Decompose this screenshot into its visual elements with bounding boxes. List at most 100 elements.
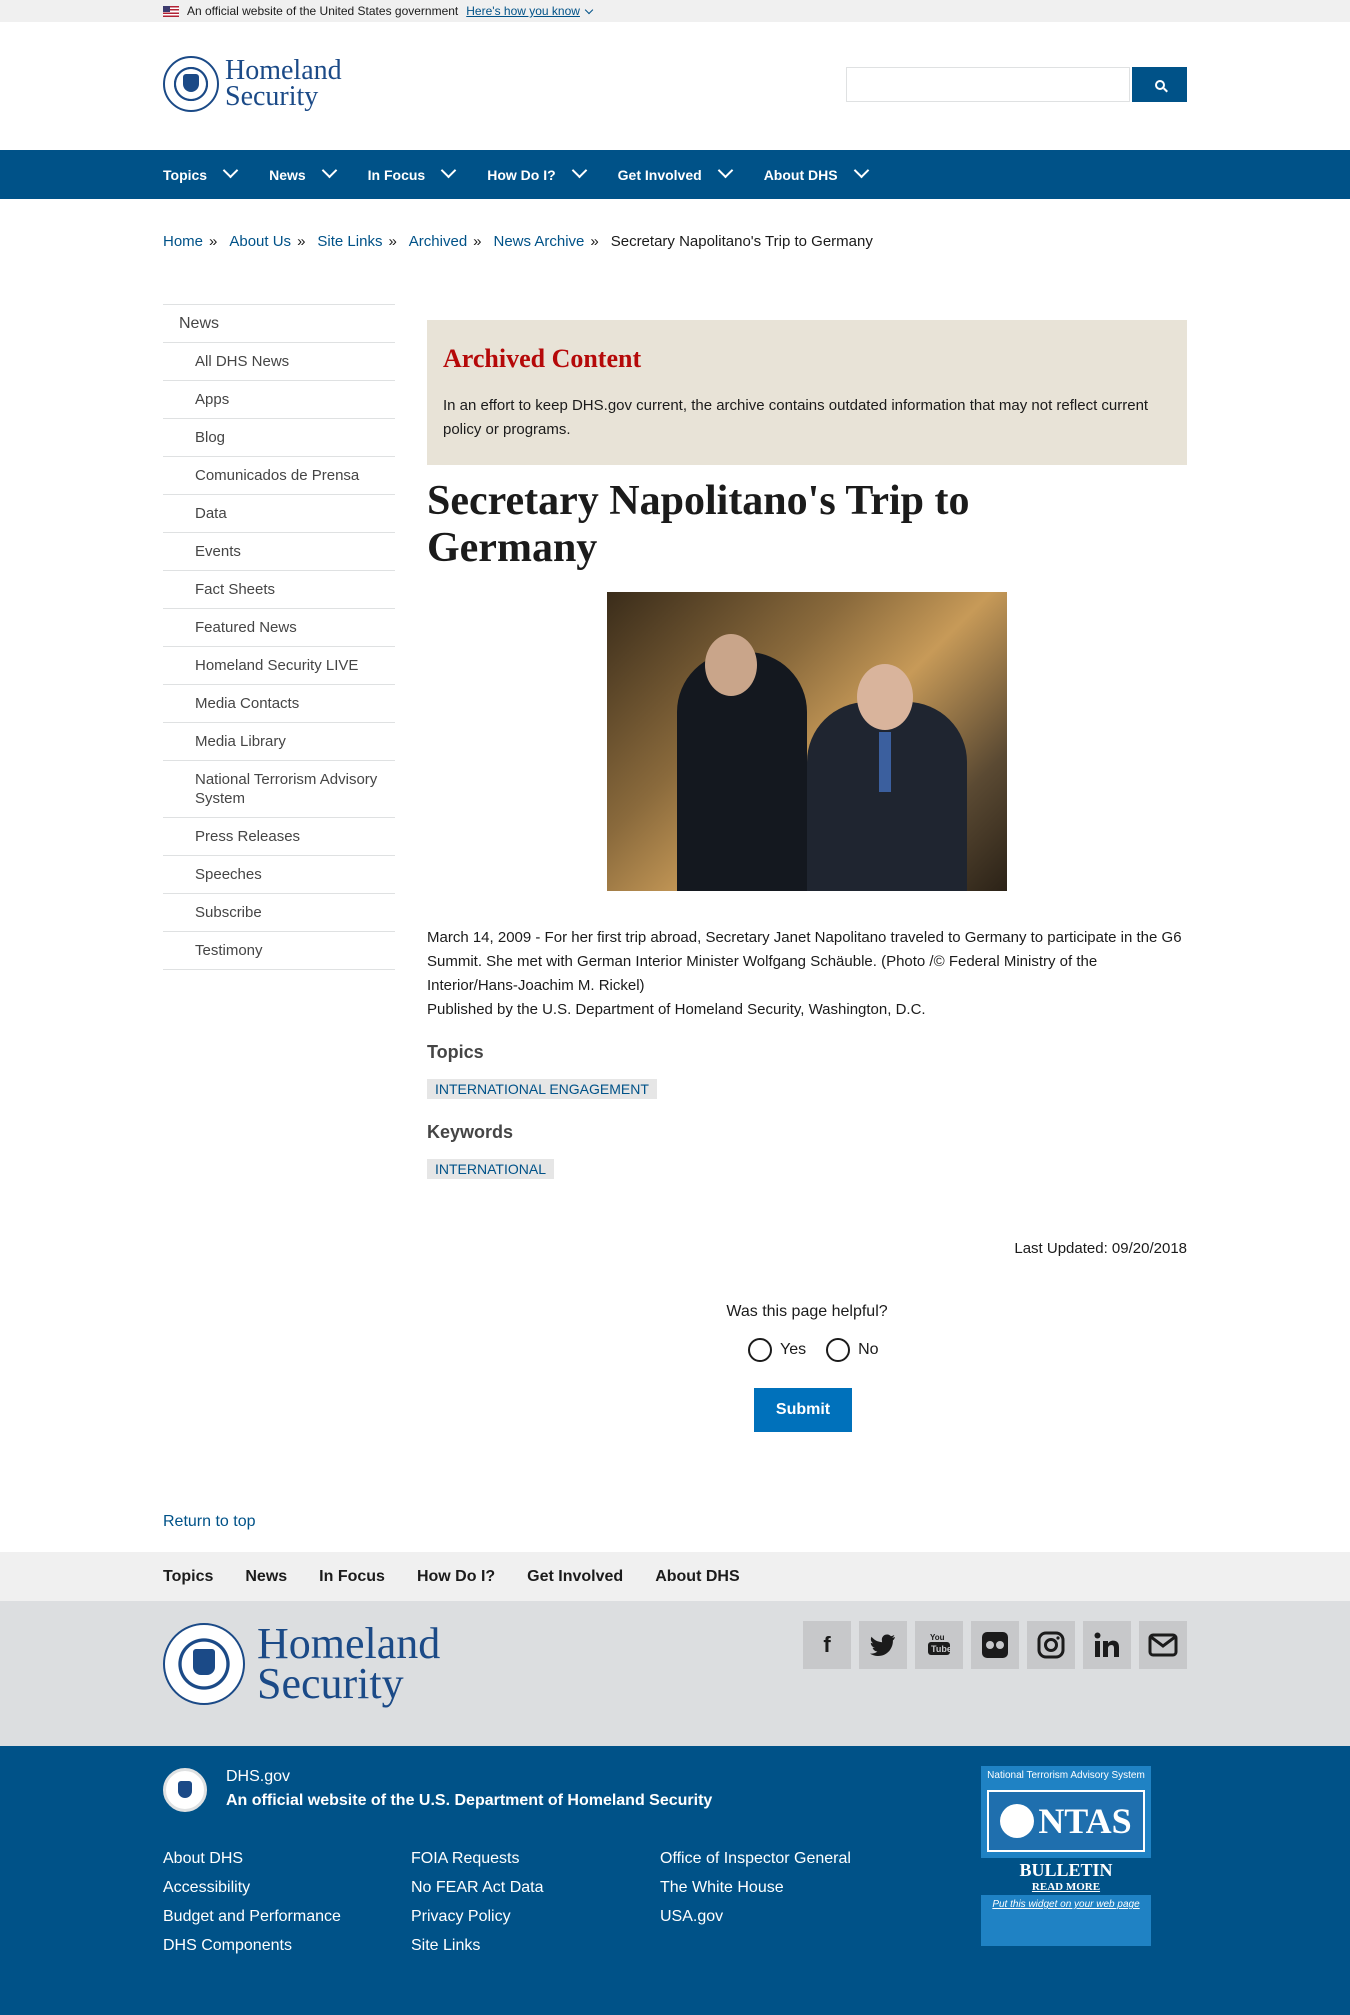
last-updated: Last Updated: 09/20/2018 xyxy=(1014,1240,1187,1257)
ntas-put-widget-link[interactable]: Put this widget on your web page xyxy=(981,1895,1151,1914)
sidebar-item-blog[interactable]: Blog xyxy=(163,419,395,457)
sidebar-item-testimony[interactable]: Testimony xyxy=(163,932,395,970)
footer-links-col3: Office of Inspector General The White Ho… xyxy=(660,1850,851,1937)
dhs-seal-icon xyxy=(163,1623,245,1705)
breadcrumb-site-links[interactable]: Site Links xyxy=(317,233,382,250)
search-icon xyxy=(1154,79,1165,90)
return-to-top-link[interactable]: Return to top xyxy=(163,1513,256,1531)
sidebar-item-data[interactable]: Data xyxy=(163,495,395,533)
sidebar-item-ntas[interactable]: National Terrorism Advisory System xyxy=(163,761,395,818)
footer-nav-news[interactable]: News xyxy=(245,1568,287,1586)
footer-link-dhs-components[interactable]: DHS Components xyxy=(163,1937,292,1954)
nav-how-do-i[interactable]: How Do I? xyxy=(487,162,587,183)
search-input[interactable] xyxy=(846,67,1130,102)
ntas-widget[interactable]: National Terrorism Advisory System NTAS … xyxy=(981,1766,1151,1946)
breadcrumb-news-archive[interactable]: News Archive xyxy=(494,233,585,250)
archived-title: Archived Content xyxy=(443,344,642,373)
sidebar-item-subscribe[interactable]: Subscribe xyxy=(163,894,395,932)
footer-link-oig[interactable]: Office of Inspector General xyxy=(660,1850,851,1867)
gov-banner: An official website of the United States… xyxy=(0,0,1350,22)
nav-in-focus[interactable]: In Focus xyxy=(368,162,457,183)
footer-link-about-dhs[interactable]: About DHS xyxy=(163,1850,243,1867)
sidebar-heading[interactable]: News xyxy=(163,304,395,343)
dhs-link[interactable]: U.S. Department of Homeland Security xyxy=(419,1792,712,1809)
email-icon[interactable] xyxy=(1139,1621,1187,1669)
nav-news[interactable]: News xyxy=(269,162,337,183)
archived-body: In an effort to keep DHS.gov current, th… xyxy=(443,397,1149,438)
footer-logo[interactable]: Homeland Security xyxy=(163,1619,441,1708)
keyword-tag-link[interactable]: INTERNATIONAL xyxy=(435,1161,546,1177)
footer-link-privacy[interactable]: Privacy Policy xyxy=(411,1908,511,1925)
sidebar-item-media-contacts[interactable]: Media Contacts xyxy=(163,685,395,723)
footer-nav-about-dhs[interactable]: About DHS xyxy=(655,1568,739,1586)
sidebar-item-apps[interactable]: Apps xyxy=(163,381,395,419)
nav-get-involved[interactable]: Get Involved xyxy=(618,162,733,183)
footer-nav-topics[interactable]: Topics xyxy=(163,1568,213,1586)
footer-link-site-links[interactable]: Site Links xyxy=(411,1937,480,1954)
topics-heading: Topics xyxy=(427,1042,484,1062)
article-caption: March 14, 2009 - For her first trip abro… xyxy=(427,926,1187,1022)
footer-link-white-house[interactable]: The White House xyxy=(660,1879,784,1896)
keywords-heading: Keywords xyxy=(427,1122,514,1142)
sidebar-nav: News All DHS News Apps Blog Comunicados … xyxy=(163,304,395,970)
no-radio[interactable] xyxy=(826,1338,851,1362)
flickr-icon[interactable] xyxy=(971,1621,1019,1669)
chevron-down-icon xyxy=(853,162,869,179)
how-you-know-link[interactable]: Here's how you know xyxy=(466,4,594,18)
breadcrumb-about-us[interactable]: About Us xyxy=(229,233,291,250)
footer-official: An official website of the U.S. Departme… xyxy=(226,1792,713,1809)
chevron-down-icon xyxy=(571,162,587,179)
topic-tag-link[interactable]: INTERNATIONAL ENGAGEMENT xyxy=(435,1081,649,1097)
article-photo xyxy=(607,592,1007,891)
topic-tag: INTERNATIONAL ENGAGEMENT xyxy=(427,1079,657,1099)
sidebar-item-fact-sheets[interactable]: Fact Sheets xyxy=(163,571,395,609)
instagram-icon[interactable] xyxy=(1027,1621,1075,1669)
sidebar-item-featured-news[interactable]: Featured News xyxy=(163,609,395,647)
main-nav: Topics News In Focus How Do I? Get Invol… xyxy=(0,150,1350,199)
site-header: Homeland Security xyxy=(0,22,1350,150)
feedback-options: Yes No xyxy=(748,1338,879,1362)
footer-nav-how-do-i[interactable]: How Do I? xyxy=(417,1568,495,1586)
sidebar-item-media-library[interactable]: Media Library xyxy=(163,723,395,761)
breadcrumb-home[interactable]: Home xyxy=(163,233,203,250)
breadcrumb-current: Secretary Napolitano's Trip to Germany xyxy=(610,233,873,250)
sidebar-item-all-dhs-news[interactable]: All DHS News xyxy=(163,343,395,381)
yes-label: Yes xyxy=(780,1341,807,1358)
submit-button[interactable]: Submit xyxy=(754,1388,852,1432)
footer-link-no-fear[interactable]: No FEAR Act Data xyxy=(411,1879,544,1896)
dhs-seal-icon xyxy=(163,1768,207,1812)
sidebar-item-homeland-security-live[interactable]: Homeland Security LIVE xyxy=(163,647,395,685)
caption-text: March 14, 2009 - For her first trip abro… xyxy=(427,929,1182,994)
search-button[interactable] xyxy=(1132,67,1187,102)
footer-wordmark: Homeland Security xyxy=(257,1619,441,1708)
yes-radio[interactable] xyxy=(748,1338,772,1362)
twitter-icon[interactable] xyxy=(859,1621,907,1669)
svg-text:Tube: Tube xyxy=(931,1644,952,1654)
footer-main: DHS.gov An official website of the U.S. … xyxy=(0,1746,1350,2015)
footer-logo-bar: Homeland Security f You Tube xyxy=(0,1601,1350,1746)
dhs-logo[interactable]: Homeland Security xyxy=(163,56,342,112)
ntas-bulletin[interactable]: BULLETIN READ MORE xyxy=(981,1858,1151,1895)
dhs-seal-icon xyxy=(163,56,219,112)
facebook-icon[interactable]: f xyxy=(803,1621,851,1669)
sidebar-item-events[interactable]: Events xyxy=(163,533,395,571)
footer-link-foia[interactable]: FOIA Requests xyxy=(411,1850,520,1867)
linkedin-icon[interactable] xyxy=(1083,1621,1131,1669)
nav-topics[interactable]: Topics xyxy=(163,162,239,183)
no-label: No xyxy=(858,1341,879,1358)
sidebar-item-press-releases[interactable]: Press Releases xyxy=(163,818,395,856)
footer-link-budget[interactable]: Budget and Performance xyxy=(163,1908,341,1925)
sidebar-item-comunicados[interactable]: Comunicados de Prensa xyxy=(163,457,395,495)
footer-nav-get-involved[interactable]: Get Involved xyxy=(527,1568,623,1586)
archived-notice: Archived Content In an effort to keep DH… xyxy=(427,320,1187,465)
footer-links-col2: FOIA Requests No FEAR Act Data Privacy P… xyxy=(411,1850,544,1966)
sidebar-item-speeches[interactable]: Speeches xyxy=(163,856,395,894)
ntas-logo: NTAS xyxy=(987,1790,1145,1852)
footer-link-accessibility[interactable]: Accessibility xyxy=(163,1879,250,1896)
nav-about-dhs[interactable]: About DHS xyxy=(764,162,869,183)
page-title: Secretary Napolitano's Trip to Germany xyxy=(427,478,970,571)
footer-nav-in-focus[interactable]: In Focus xyxy=(319,1568,385,1586)
youtube-icon[interactable]: You Tube xyxy=(915,1621,963,1669)
footer-link-usa-gov[interactable]: USA.gov xyxy=(660,1908,723,1925)
breadcrumb-archived[interactable]: Archived xyxy=(409,233,467,250)
